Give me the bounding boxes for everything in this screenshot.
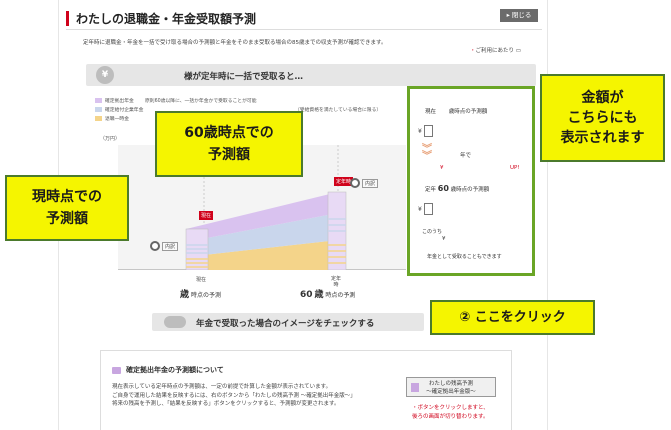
legend-name: 確定給付企業年金 — [105, 108, 144, 113]
now-detail-label: 内訳 — [162, 241, 179, 251]
panel-retire-age: 60 — [437, 184, 449, 193]
panel-current-suffix: 歳時点の予測額 — [448, 109, 488, 115]
now-age-unit: 歳 — [180, 290, 190, 300]
pension-image-check-button[interactable]: 年金で受取った場合のイメージをチェックする — [152, 313, 424, 331]
title-accent — [66, 11, 69, 26]
title-bar: わたしの退職金・年金受取額予測 — [66, 8, 542, 30]
close-icon: ▸ — [506, 11, 510, 19]
pension-image-check-label: 年金で受取った場合のイメージをチェックする — [196, 319, 375, 329]
callout-line: 予測額 — [46, 211, 88, 227]
now-caption: 現在 — [195, 277, 206, 283]
panel-current-label: 現在 歳時点の予測額 — [425, 107, 487, 115]
callout-line: 表示されます — [560, 130, 645, 146]
yen-sign: ¥ — [418, 127, 422, 135]
lump-sum-section-title: 様が定年時に一括で受取ると… — [184, 72, 304, 82]
panel-up-label: UP! — [510, 165, 520, 171]
amount-box — [423, 203, 433, 215]
callout-60-projection: 60歳時点での 予測額 — [155, 111, 303, 177]
panel-pension-yen: ¥ — [442, 236, 446, 242]
panel-konouchi: このうち — [422, 229, 443, 235]
panel-retire-label: 定年 60 歳時点の予測額 — [425, 184, 489, 193]
sim-button-line2: 〜確定拠出年金版〜 — [426, 389, 476, 395]
callout-current-projection: 現時点での 予測額 — [5, 175, 129, 241]
coins-icon — [164, 316, 186, 328]
legend-name: 確定拠出年金 — [105, 99, 134, 104]
panel-current-prefix: 現在 — [425, 109, 437, 115]
now-age-suffix: 時点の予測 — [190, 292, 221, 299]
dc-forecast-line: 将来の残高を予測し、「結果を反映する」ボタンをクリックすると、予測額が変更されま… — [112, 401, 340, 407]
callout-line: 予測額 — [208, 147, 250, 163]
dc-forecast-title-text: 確定拠出年金の予測額について — [126, 366, 224, 374]
retire-age-suffix: 時点の予測 — [325, 292, 356, 299]
yen-bag-icon: ¥ — [96, 66, 114, 84]
dc-forecast-text: 現在表示している定年時点の予測額は、一定の前提で計算した金額が表示されています。… — [112, 383, 356, 409]
legend-item: 確定拠出年金 原則60歳以降に、一括か年金かで受取ることが可能 — [95, 96, 381, 105]
panel-retire-prefix: 定年 — [425, 187, 437, 193]
piggy-icon — [411, 383, 419, 392]
lump-sum-section-header: ¥ 様が定年時に一括で受取ると… — [86, 64, 536, 86]
now-marker-flag: 現在 — [199, 211, 214, 220]
yen-sign: ¥ — [418, 205, 422, 213]
sim-button-line1: わたしの残高予測 — [428, 381, 473, 387]
retire-age-value: 60 — [300, 290, 313, 300]
legend-name: 退職一時金 — [105, 117, 129, 122]
sim-note-line: ・ボタンをクリックしますと、 — [412, 405, 489, 411]
sim-note-line: 後ろの画面が切り替わります。 — [412, 414, 489, 420]
piggy-icon — [112, 366, 121, 374]
legend-desc: 原則60歳以降に、一括か年金かで受取ることが可能 — [145, 99, 257, 104]
magnifier-icon — [150, 241, 160, 251]
window-icon: ▭ — [515, 48, 521, 54]
increase-arrow-icon: ︾ ︾ — [422, 144, 432, 162]
magnifier-icon — [350, 178, 360, 188]
panel-increase-yen: ¥ — [440, 165, 444, 171]
dc-forecast-line: 現在表示している定年時点の予測額は、一定の前提で計算した金額が表示されています。 — [112, 384, 332, 390]
usage-note-link[interactable]: ・ご利用にあたり ▭ — [470, 46, 521, 54]
retire-age: 60 歳 時点の予測 — [300, 287, 355, 300]
callout-line: 金額が — [581, 90, 624, 106]
callout-amount-shown-here: 金額が こちらにも 表示されます — [540, 74, 665, 162]
legend-swatch-lump — [95, 116, 102, 121]
panel-retire-amount: ¥ — [418, 202, 433, 216]
retire-detail-button[interactable]: 内訳 — [350, 178, 379, 188]
intro-text: 定年時に退職金・年金を一括で受け取る場合の予測額と年金をそのまま受取る場合の85… — [83, 40, 387, 46]
now-detail-button[interactable]: 内訳 — [150, 241, 179, 251]
close-button[interactable]: ▸ 閉じる — [500, 9, 538, 22]
sim-button-note: ・ボタンをクリックしますと、 後ろの画面が切り替わります。 — [412, 404, 489, 422]
legend-desc: （受給資格を満たしている場合に限る） — [295, 108, 382, 113]
legend-swatch-db — [95, 107, 102, 112]
close-button-label: 閉じる — [511, 11, 532, 19]
panel-footer: 年金として受取ることもできます — [427, 254, 502, 260]
now-age: 歳 時点の予測 — [180, 287, 221, 300]
retire-age-unit: 歳 — [314, 290, 324, 300]
panel-years-label: 年で — [460, 153, 472, 159]
dc-forecast-title: 確定拠出年金の予測額について — [112, 365, 224, 375]
panel-retire-suffix: 歳時点の予測額 — [450, 187, 490, 193]
callout-click-here: ② ここをクリック — [430, 300, 595, 335]
y-axis-unit: （万円） — [100, 136, 121, 142]
page-title: わたしの退職金・年金受取額予測 — [76, 12, 257, 26]
callout-line: 現時点での — [32, 189, 102, 205]
legend-swatch-dc — [95, 98, 102, 103]
balance-simulation-button[interactable]: わたしの残高予測 〜確定拠出年金版〜 — [406, 377, 496, 397]
panel-current-amount: ¥ — [418, 124, 433, 138]
callout-line: こちらにも — [567, 110, 638, 126]
amount-box — [423, 125, 433, 137]
callout-line: 60歳時点での — [184, 125, 274, 141]
dc-forecast-line: ご自身で運用した結果を反映するには、右のボタンから「わたしの残高予測 〜確定拠出… — [112, 392, 356, 399]
retire-detail-label: 内訳 — [362, 178, 379, 188]
usage-note-label: ご利用にあたり — [475, 48, 515, 54]
